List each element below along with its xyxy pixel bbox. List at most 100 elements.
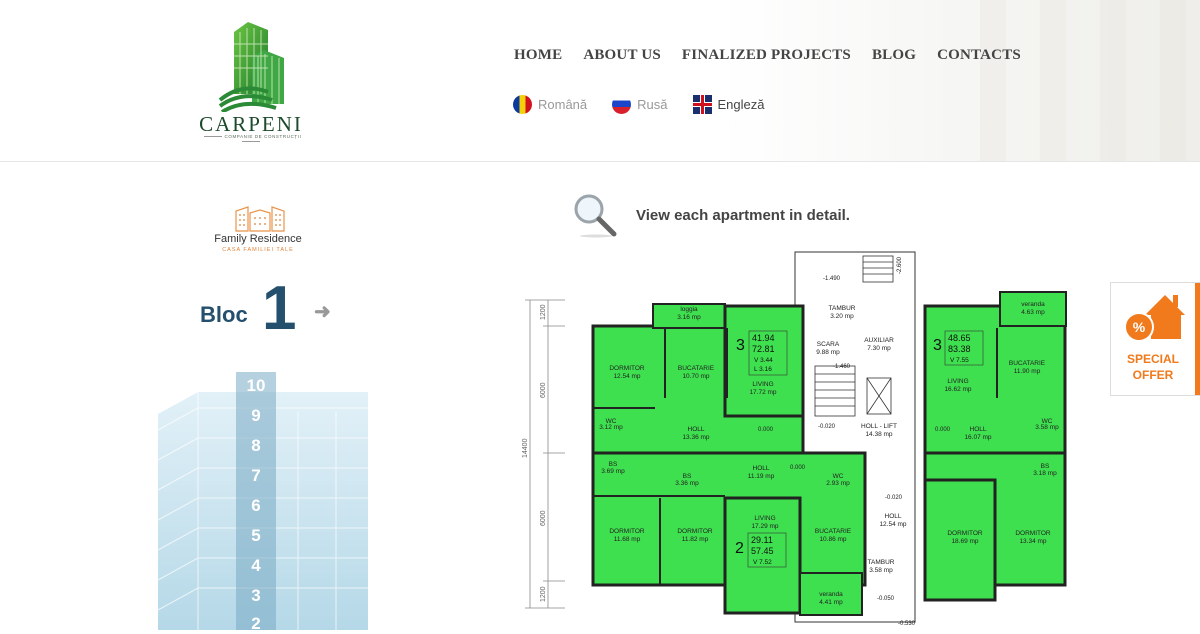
floor-9[interactable]: 9 — [236, 406, 276, 426]
special-offer-line1: SPECIAL — [1126, 352, 1179, 366]
room-area: 12.54 mp — [879, 521, 906, 528]
apt-v: V 3.44 — [754, 357, 773, 364]
nav-contacts[interactable]: CONTACTS — [937, 47, 1021, 64]
room-area: 14.38 mp — [865, 431, 892, 438]
special-offer-text: SPECIAL OFFER — [1111, 351, 1195, 383]
room-name: DORMITOR — [947, 530, 983, 537]
apartment-right-3-rooms[interactable] — [923, 291, 1067, 602]
header-background-image — [980, 0, 1200, 161]
level-tag: -0.020 — [818, 424, 836, 430]
room-area: 3.20 mp — [830, 313, 854, 320]
building-logo-icon — [218, 22, 284, 114]
hint-text: View each apartment in detail. — [636, 206, 850, 224]
apt-v: V 7.55 — [950, 357, 969, 364]
room-name: DORMITOR — [609, 528, 645, 535]
room-name: BS — [1041, 463, 1050, 470]
room-name: HOLL — [753, 465, 770, 472]
room-name: BUCATARIE — [1009, 360, 1046, 367]
floor-7[interactable]: 7 — [236, 466, 276, 486]
apt-area: 83.38 — [948, 344, 971, 354]
room-name: LIVING — [754, 515, 775, 522]
lang-rusa[interactable]: Rusă — [612, 95, 668, 114]
room-name: DORMITOR — [677, 528, 713, 535]
level-tag: -1.460 — [833, 364, 851, 370]
room-area: 11.90 mp — [1014, 368, 1041, 375]
floor-3[interactable]: 3 — [236, 586, 276, 606]
lang-label: Română — [538, 97, 588, 112]
room-area: 10.86 mp — [819, 536, 846, 543]
dim-seg-1: 1200 — [540, 304, 547, 320]
floor-5[interactable]: 5 — [236, 526, 276, 546]
language-switcher: Română Rusă Engleză — [513, 95, 789, 114]
room-area: 13.34 mp — [1019, 538, 1046, 545]
room-name: BS — [683, 473, 692, 480]
nav-finalized-projects[interactable]: FINALIZED PROJECTS — [682, 47, 851, 64]
floor-6[interactable]: 6 — [236, 496, 276, 516]
room-area: 3.58 mp — [869, 567, 893, 574]
room-area: 17.72 mp — [749, 389, 776, 396]
russia-flag-icon — [612, 95, 632, 114]
level-tag: -0.020 — [885, 495, 903, 501]
level-tag: 0.000 — [790, 465, 806, 471]
dim-seg-2: 6000 — [540, 382, 547, 398]
svg-text:%: % — [1133, 319, 1146, 335]
lang-label: Engleză — [717, 97, 765, 112]
project-subtitle: CASA FAMILIEI TALE — [222, 247, 294, 253]
family-residence-logo: Family Residence CASA FAMILIEI TALE — [214, 205, 302, 257]
room-area: 4.41 mp — [819, 599, 843, 606]
apt-area: 41.94 — [752, 333, 775, 343]
nav-blog[interactable]: BLOG — [872, 47, 916, 64]
room-area: 9.88 mp — [816, 349, 840, 356]
apt-rooms: 3 — [736, 337, 745, 354]
room-area: 3.18 mp — [1033, 470, 1057, 477]
bloc-number: 1 — [262, 274, 297, 343]
room-name: WC — [833, 473, 844, 480]
company-logo[interactable]: CARPENI COMPANIE DE CONSTRUCȚII — [192, 20, 310, 142]
dim-seg-4: 1200 — [540, 586, 547, 602]
floor-plan: 14400 1200 6000 6000 1200 loggia3.16 mp … — [522, 251, 1067, 627]
room-area: 10.70 mp — [682, 373, 709, 380]
room-name: loggia — [680, 306, 698, 313]
floor-8[interactable]: 8 — [236, 436, 276, 456]
floor-2[interactable]: 2 — [236, 614, 276, 634]
residence-buildings-icon — [235, 206, 285, 232]
room-area: 3.58 mp — [1035, 424, 1059, 431]
floor-10[interactable]: 10 — [236, 376, 276, 396]
room-area: 3.16 mp — [677, 314, 701, 321]
level-tag: 0.000 — [758, 427, 774, 433]
level-tag: 0.000 — [935, 427, 951, 433]
room-area: 11.68 mp — [614, 536, 641, 543]
room-area: 13.36 mp — [682, 434, 709, 441]
apt-area: 57.45 — [751, 546, 774, 556]
dim-total: 14400 — [522, 438, 529, 458]
room-area: 12.54 mp — [613, 373, 640, 380]
nav-about-us[interactable]: ABOUT US — [583, 47, 661, 64]
apt-rooms: 3 — [933, 337, 942, 354]
room-name: HOLL — [970, 426, 987, 433]
project-title: Family Residence — [214, 233, 302, 245]
floor-4[interactable]: 4 — [236, 556, 276, 576]
room-name: DORMITOR — [1015, 530, 1051, 537]
room-name: HOLL — [885, 513, 902, 520]
room-area: 18.69 mp — [951, 538, 978, 545]
logo-tagline: COMPANIE DE CONSTRUCȚII — [192, 134, 310, 144]
room-area: 16.62 mp — [944, 386, 971, 393]
room-name: SCARA — [817, 341, 840, 348]
bloc-label: Bloc — [200, 302, 248, 327]
lang-romana[interactable]: Română — [513, 95, 587, 114]
room-name: TAMBUR — [829, 305, 856, 312]
room-name: AUXILIAR — [864, 337, 894, 344]
room-name: DORMITOR — [609, 365, 645, 372]
apt-area: 72.81 — [752, 344, 775, 354]
level-tag: -0.530 — [898, 621, 916, 627]
main-nav: HOME ABOUT US FINALIZED PROJECTS BLOG CO… — [514, 47, 1042, 64]
nav-home[interactable]: HOME — [514, 47, 562, 64]
room-area: 11.82 mp — [682, 536, 709, 543]
arrow-right-icon[interactable]: ➜ — [314, 299, 331, 324]
apt-area: 29.11 — [751, 535, 773, 545]
lang-engleza[interactable]: Engleză — [692, 95, 765, 114]
room-name: veranda — [1021, 301, 1045, 308]
special-offer-badge[interactable]: % SPECIAL OFFER — [1110, 282, 1200, 396]
special-offer-accent-bar — [1195, 283, 1200, 395]
room-area: 4.63 mp — [1021, 309, 1045, 316]
